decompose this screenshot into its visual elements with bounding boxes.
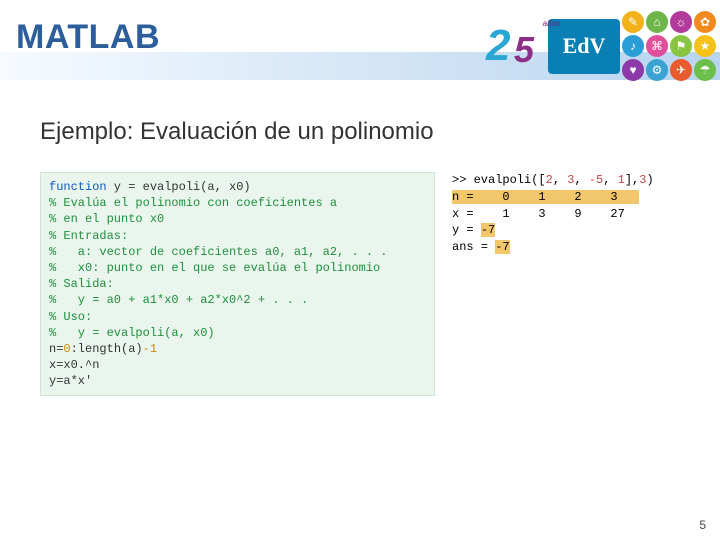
decorative-icon-grid: ✎ ⌂ ☼ ✿ ♪ ⌘ ⚑ ★ ♥ ⚙ ✈ ☂ xyxy=(622,11,716,81)
slide-subtitle: Ejemplo: Evaluación de un polinomio xyxy=(40,118,434,146)
deco-icon: ⚑ xyxy=(670,35,692,57)
deco-icon: ♪ xyxy=(622,35,644,57)
deco-icon: ★ xyxy=(694,35,716,57)
page-title: MATLAB xyxy=(16,18,160,57)
deco-icon: ✎ xyxy=(622,11,644,33)
code-block-function: function y = evalpoli(a, x0) % Evalúa el… xyxy=(40,172,435,396)
deco-icon: ☂ xyxy=(694,59,716,81)
deco-icon: ✈ xyxy=(670,59,692,81)
code-block-output: >> evalpoli([2, 3, -5, 1],3) n = 0 1 2 3… xyxy=(452,172,704,256)
deco-icon: ✿ xyxy=(694,11,716,33)
deco-icon: ⌘ xyxy=(646,35,668,57)
header-logo-cluster: años 2 5 EdV ✎ ⌂ ☼ ✿ ♪ ⌘ ⚑ ★ ♥ ⚙ ✈ ☂ xyxy=(460,0,720,92)
deco-icon: ⚙ xyxy=(646,59,668,81)
logo-25-anos: años 2 5 xyxy=(494,19,554,74)
deco-icon: ☼ xyxy=(670,11,692,33)
page-number: 5 xyxy=(699,518,706,532)
deco-icon: ♥ xyxy=(622,59,644,81)
deco-icon: ⌂ xyxy=(646,11,668,33)
